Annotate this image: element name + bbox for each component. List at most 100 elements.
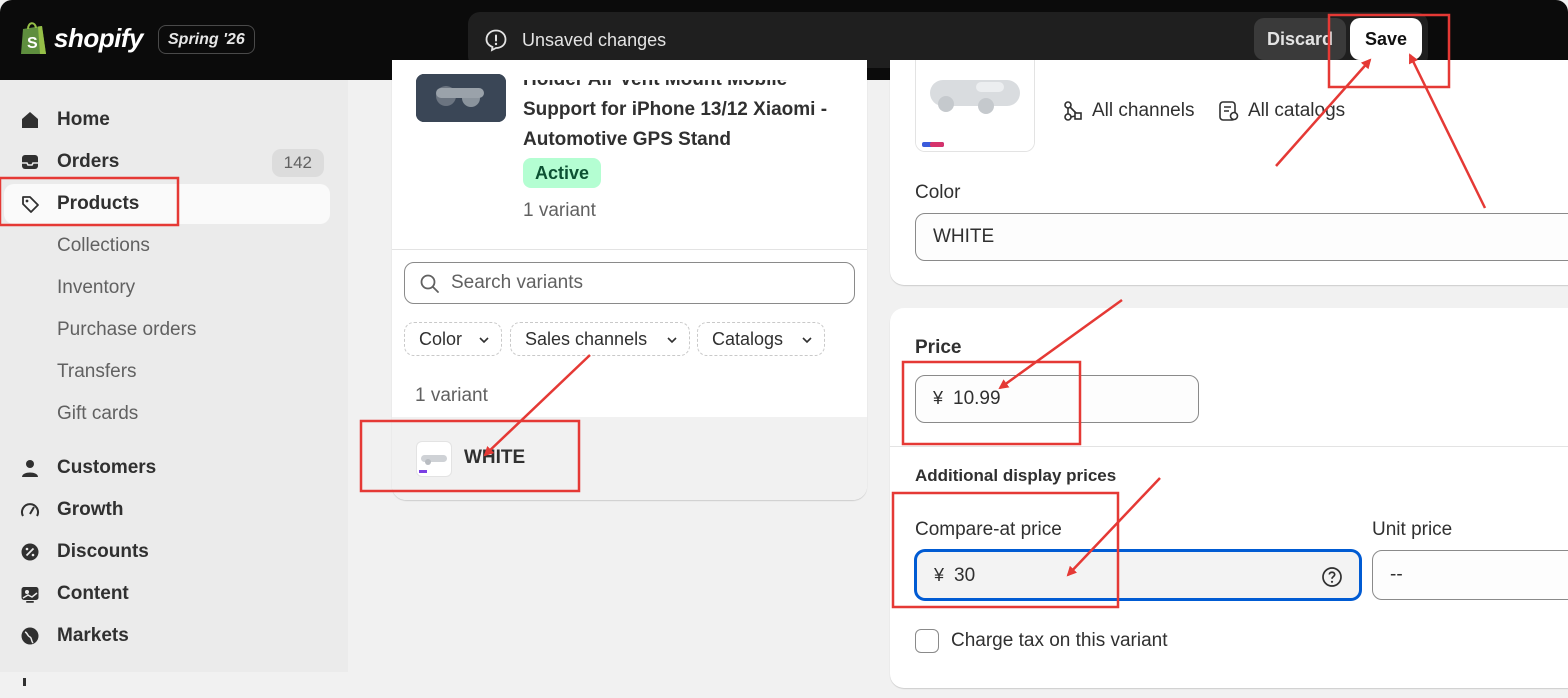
channels-icon xyxy=(1064,101,1082,121)
compare-at-label: Compare-at price xyxy=(915,519,1062,540)
sidebar-item-home[interactable]: Home xyxy=(4,100,330,140)
unit-price-field[interactable]: -- xyxy=(1372,550,1568,600)
filter-label: Sales channels xyxy=(525,329,648,349)
sidebar-item-label: Growth xyxy=(57,499,124,520)
unit-price-label: Unit price xyxy=(1372,519,1453,540)
price-field[interactable]: ¥ 10.99 xyxy=(915,375,1199,423)
product-title: Holder Air Vent Mount Mobile Support for… xyxy=(523,80,828,150)
filter-catalogs[interactable]: Catalogs xyxy=(697,322,825,356)
variant-row-white[interactable]: WHITE xyxy=(392,417,867,500)
product-image-icon xyxy=(416,74,506,122)
sidebar-item-collections[interactable]: Collections xyxy=(4,226,330,266)
charge-tax-checkbox[interactable] xyxy=(915,629,939,653)
chevron-down-icon xyxy=(479,337,489,344)
filter-color[interactable]: Color xyxy=(404,322,502,356)
shopify-bag-icon: S xyxy=(21,22,46,54)
variant-name: WHITE xyxy=(464,447,526,468)
sidebar-item-discounts[interactable]: Discounts xyxy=(4,532,330,572)
chevron-down-icon xyxy=(802,337,812,344)
sidebar-item-inventory[interactable]: Inventory xyxy=(4,268,330,308)
sidebar-item-content[interactable]: Content xyxy=(4,574,330,614)
divider xyxy=(392,249,867,250)
variant-image-icon xyxy=(419,455,447,473)
all-catalogs-link[interactable]: All catalogs xyxy=(1218,100,1345,122)
sidebar-item-purchase-orders[interactable]: Purchase orders xyxy=(4,310,330,350)
sidebar-item-label: Home xyxy=(57,109,110,130)
all-catalogs-label: All catalogs xyxy=(1248,100,1346,121)
currency-symbol: ¥ xyxy=(934,565,945,585)
svg-text:S: S xyxy=(27,35,38,52)
variant-image-icon xyxy=(916,60,1034,151)
edition-badge[interactable]: Spring '26 xyxy=(158,25,255,54)
sidebar-item-label: Products xyxy=(57,193,140,214)
divider xyxy=(890,446,1568,447)
search-variants-input[interactable] xyxy=(451,269,841,297)
discount-icon xyxy=(21,543,39,561)
sidebar: Home Orders 142 Products Collections Inv… xyxy=(0,80,348,686)
currency-symbol: ¥ xyxy=(933,388,944,408)
additional-prices-title: Additional display prices xyxy=(915,466,1117,485)
filter-label: Catalogs xyxy=(712,329,784,349)
sidebar-item-analytics-partial[interactable] xyxy=(4,658,330,698)
sidebar-item-label: Gift cards xyxy=(57,403,139,424)
sidebar-item-products[interactable]: Products xyxy=(4,184,330,224)
home-icon xyxy=(22,112,38,128)
tag-icon xyxy=(22,196,39,213)
sidebar-item-label: Transfers xyxy=(57,361,137,382)
unsaved-changes-text: Unsaved changes xyxy=(522,30,667,50)
sidebar-item-label: Inventory xyxy=(57,277,136,298)
product-thumbnail[interactable] xyxy=(416,74,506,122)
all-channels-link[interactable]: All channels xyxy=(1062,100,1194,122)
sidebar-item-growth[interactable]: Growth xyxy=(4,490,330,530)
variant-media[interactable] xyxy=(915,60,1035,152)
all-channels-label: All channels xyxy=(1092,100,1195,121)
sidebar-item-label: Markets xyxy=(57,625,129,646)
sidebar-item-label: Collections xyxy=(57,235,150,256)
price-title: Price xyxy=(915,337,962,358)
sidebar-item-label: Content xyxy=(57,583,129,604)
help-circle-icon[interactable] xyxy=(1321,566,1343,588)
brand-name: shopify xyxy=(54,22,143,53)
catalog-icon xyxy=(1219,101,1239,121)
filter-label: Color xyxy=(419,329,463,349)
sidebar-item-transfers[interactable]: Transfers xyxy=(4,352,330,392)
product-variant-count: 1 variant xyxy=(523,200,596,221)
color-value: WHITE xyxy=(933,226,995,247)
product-title-clip: Holder Air Vent Mount Mobile Support for… xyxy=(523,80,853,150)
variant-info-card: All channels All catalogs Color WHITE xyxy=(890,60,1568,285)
variant-thumbnail xyxy=(416,441,452,477)
chevron-down-icon xyxy=(667,337,677,344)
search-variants-field[interactable] xyxy=(404,262,855,304)
compare-at-value: 30 xyxy=(954,565,976,586)
sidebar-item-label: Orders xyxy=(57,151,120,172)
charge-tax-label: Charge tax on this variant xyxy=(951,630,1168,651)
alert-circle-icon xyxy=(485,29,507,52)
sidebar-item-label: Customers xyxy=(57,457,157,478)
orders-count-badge: 142 xyxy=(271,149,324,177)
sidebar-item-label: Discounts xyxy=(57,541,149,562)
variant-list-card: Holder Air Vent Mount Mobile Support for… xyxy=(392,60,867,500)
gauge-icon xyxy=(21,503,39,517)
status-badge: Active xyxy=(523,158,602,188)
sidebar-item-gift-cards[interactable]: Gift cards xyxy=(4,394,330,434)
person-icon xyxy=(22,460,38,477)
color-field[interactable]: WHITE xyxy=(915,213,1568,261)
image-icon xyxy=(21,587,39,603)
pricing-card: Price ¥ 10.99 Additional display prices … xyxy=(890,308,1568,688)
discard-button[interactable]: Discard xyxy=(1254,18,1346,60)
compare-at-price-field[interactable]: ¥ 30 xyxy=(915,550,1361,600)
filter-sales-channels[interactable]: Sales channels xyxy=(510,322,690,356)
price-value: 10.99 xyxy=(953,388,1001,409)
sidebar-item-markets[interactable]: Markets xyxy=(4,616,330,656)
variant-count-label: 1 variant xyxy=(415,385,488,406)
shopify-logo[interactable]: S shopify xyxy=(18,20,143,56)
inbox-icon xyxy=(22,155,38,169)
save-button[interactable]: Save xyxy=(1350,18,1422,60)
unit-price-value: -- xyxy=(1390,564,1403,585)
color-label: Color xyxy=(915,182,961,203)
globe-icon xyxy=(21,627,39,645)
chart-icon xyxy=(23,678,26,686)
sidebar-item-orders[interactable]: Orders 142 xyxy=(4,142,330,182)
sidebar-item-label: Purchase orders xyxy=(57,319,197,340)
sidebar-item-customers[interactable]: Customers xyxy=(4,448,330,488)
